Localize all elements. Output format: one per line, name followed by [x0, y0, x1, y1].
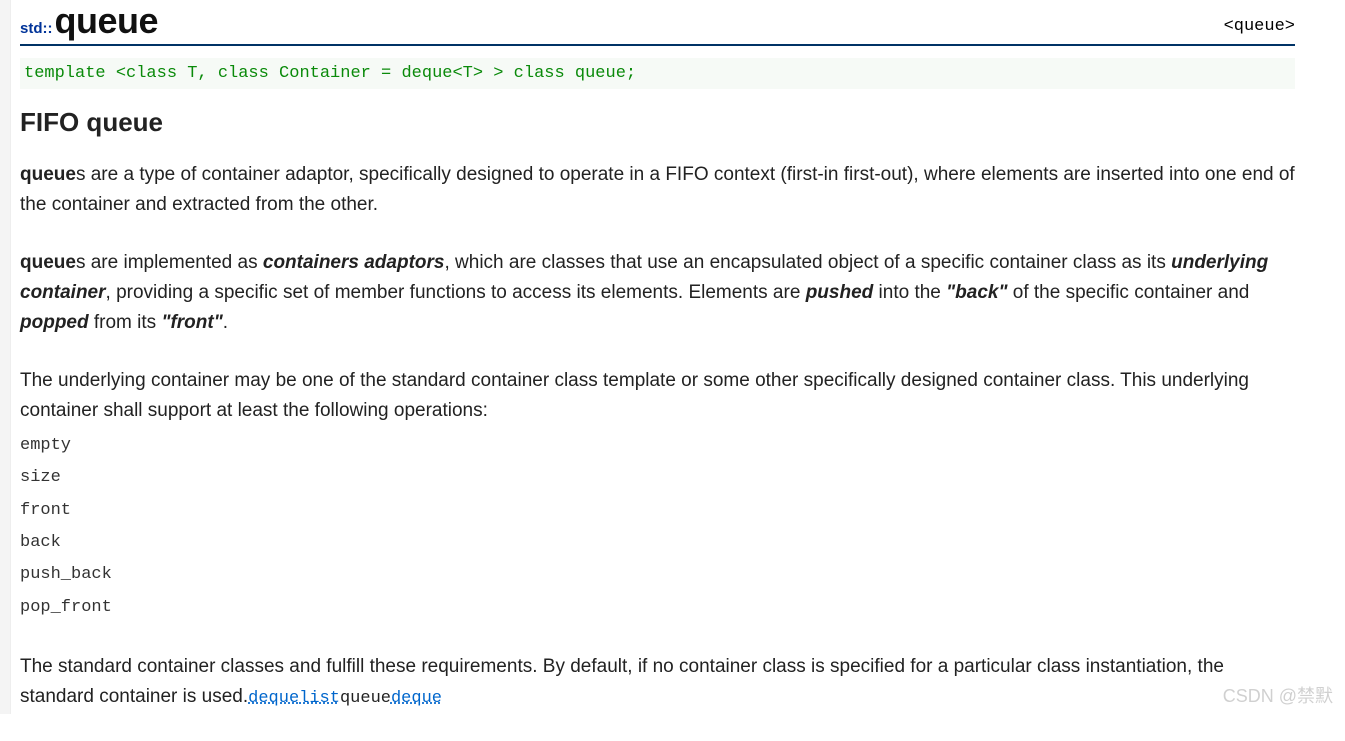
template-declaration: template <class T, class Container = deq… — [20, 58, 1295, 89]
op-empty: empty — [20, 430, 1295, 462]
text: , providing a specific set of member fun… — [106, 282, 806, 303]
document: std:: queue <queue> template <class T, c… — [20, 0, 1295, 713]
page-title: queue — [55, 0, 159, 42]
paragraph-intro: queues are a type of container adaptor, … — [20, 160, 1295, 220]
keyword-queue: queue — [20, 252, 76, 273]
title-bar: std:: queue <queue> — [20, 0, 1295, 46]
text: , which are classes that use an encapsul… — [444, 252, 1171, 273]
term-popped: popped — [20, 312, 89, 333]
op-push-back: push_back — [20, 559, 1295, 591]
text: from its — [89, 312, 162, 333]
op-size: size — [20, 462, 1295, 494]
text: s are implemented as — [76, 252, 263, 273]
namespace: std:: — [20, 20, 53, 37]
text: into the — [873, 282, 946, 303]
link-list[interactable]: list — [299, 689, 340, 708]
text: of the specific container and — [1007, 282, 1249, 303]
op-pop-front: pop_front — [20, 592, 1295, 624]
paragraph-underlying: The underlying container may be one of t… — [20, 366, 1295, 426]
keyword-queue: queue — [20, 164, 76, 185]
section-title: FIFO queue — [20, 107, 1295, 138]
text-queue: queue — [340, 689, 391, 708]
link-deque-2[interactable]: deque — [391, 689, 442, 708]
text: The standard container classes and fulfi… — [20, 656, 1224, 707]
operations-list: empty size front back push_back pop_fron… — [20, 430, 1295, 624]
paragraph-adaptors: queues are implemented as containers ada… — [20, 248, 1295, 338]
text: s are a type of container adaptor, speci… — [20, 164, 1295, 215]
op-back: back — [20, 527, 1295, 559]
link-deque[interactable]: deque — [248, 689, 299, 708]
term-containers-adaptors: containers adaptors — [263, 252, 445, 273]
term-front: "front" — [161, 312, 222, 333]
left-gutter — [0, 0, 11, 714]
header-file[interactable]: <queue> — [1224, 17, 1295, 36]
term-pushed: pushed — [806, 282, 874, 303]
title-wrap: std:: queue — [20, 0, 158, 42]
op-front: front — [20, 495, 1295, 527]
paragraph-standard-containers: The standard container classes and fulfi… — [20, 652, 1295, 713]
text: . — [223, 312, 228, 333]
term-back: "back" — [946, 282, 1007, 303]
